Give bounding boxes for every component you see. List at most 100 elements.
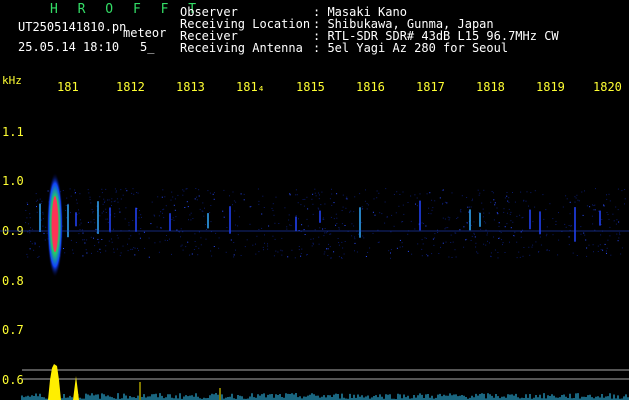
noise-speck [450, 242, 452, 243]
noise-speck [154, 242, 156, 244]
noise-speck [107, 218, 109, 220]
noise-speck [617, 240, 619, 242]
noise-speck [335, 224, 337, 226]
noise-speck [39, 198, 41, 200]
noise-speck [306, 218, 308, 220]
noise-speck [267, 245, 269, 247]
noise-speck [323, 235, 325, 237]
noise-speck [373, 198, 375, 200]
noise-speck [428, 213, 430, 214]
noise-speck [124, 218, 126, 220]
noise-speck [324, 228, 326, 229]
noise-speck [574, 201, 576, 203]
noise-speck [137, 192, 139, 194]
noise-speck [295, 215, 297, 217]
noise-speck [143, 231, 145, 233]
noise-speck [223, 189, 225, 191]
noise-speck [402, 246, 404, 248]
noise-speck [182, 249, 184, 251]
noise-speck [529, 254, 531, 256]
noise-speck [353, 211, 355, 213]
noise-speck [88, 192, 90, 194]
noise-speck [419, 193, 421, 195]
noise-speck [414, 228, 416, 230]
noise-speck [558, 239, 560, 241]
noise-speck [612, 213, 614, 215]
noise-speck [189, 254, 191, 256]
noise-speck [185, 188, 187, 190]
noise-speck [202, 202, 204, 204]
noise-speck [459, 229, 461, 231]
noise-speck [600, 224, 602, 225]
noise-speck [410, 195, 412, 197]
noise-speck [277, 251, 279, 253]
noise-speck [565, 226, 567, 228]
noise-speck [396, 247, 398, 249]
noise-speck [597, 251, 599, 252]
noise-speck [615, 206, 617, 208]
noise-speck [482, 216, 484, 218]
noise-speck [126, 190, 128, 192]
noise-speck [402, 221, 404, 222]
noise-speck [76, 202, 78, 204]
noise-speck [483, 221, 485, 223]
noise-speck [613, 220, 615, 222]
noise-speck [182, 189, 184, 191]
noise-speck [289, 194, 291, 196]
noise-speck [79, 193, 81, 195]
noise-speck [466, 197, 468, 198]
noise-speck [127, 243, 128, 245]
noise-speck [520, 191, 522, 193]
noise-speck [218, 237, 220, 239]
noise-speck [341, 210, 343, 211]
noise-speck [85, 249, 87, 251]
noise-speck [235, 224, 236, 226]
noise-speck [358, 233, 359, 235]
noise-speck [402, 191, 404, 193]
noise-speck [130, 248, 132, 250]
noise-speck [78, 209, 79, 211]
noise-speck [306, 254, 308, 255]
noise-speck [70, 239, 72, 241]
noise-speck [132, 188, 134, 190]
noise-speck [62, 190, 64, 191]
noise-speck [576, 255, 578, 256]
noise-speck [516, 241, 518, 243]
noise-speck [101, 188, 103, 190]
noise-speck [180, 245, 182, 247]
noise-speck [346, 196, 348, 198]
noise-speck [502, 244, 503, 246]
noise-speck [86, 239, 88, 241]
noise-speck [114, 213, 116, 215]
noise-speck [105, 208, 107, 210]
noise-speck [442, 202, 444, 204]
noise-speck [568, 225, 570, 226]
noise-speck [261, 213, 263, 215]
noise-speck [398, 205, 400, 207]
noise-speck [338, 256, 340, 258]
noise-speck [606, 252, 607, 254]
noise-speck [571, 225, 572, 227]
noise-speck [76, 199, 77, 201]
noise-speck [407, 202, 409, 203]
noise-speck [31, 228, 33, 230]
meteor-echo-core [52, 196, 58, 252]
noise-speck [70, 212, 71, 214]
noise-speck [426, 193, 428, 195]
noise-speck [27, 203, 29, 205]
noise-speck [195, 188, 197, 189]
noise-speck [233, 200, 235, 202]
noise-speck [508, 197, 510, 199]
noise-speck [262, 246, 264, 248]
noise-speck [125, 188, 127, 190]
noise-speck [442, 242, 444, 244]
noise-speck [351, 223, 353, 225]
noise-speck [344, 225, 346, 226]
noise-speck [365, 256, 367, 257]
amplitude-peak [73, 376, 79, 400]
noise-speck [501, 239, 502, 241]
noise-speck [80, 222, 82, 224]
noise-speck [314, 188, 316, 190]
noise-speck [41, 200, 43, 202]
noise-speck [161, 196, 163, 198]
